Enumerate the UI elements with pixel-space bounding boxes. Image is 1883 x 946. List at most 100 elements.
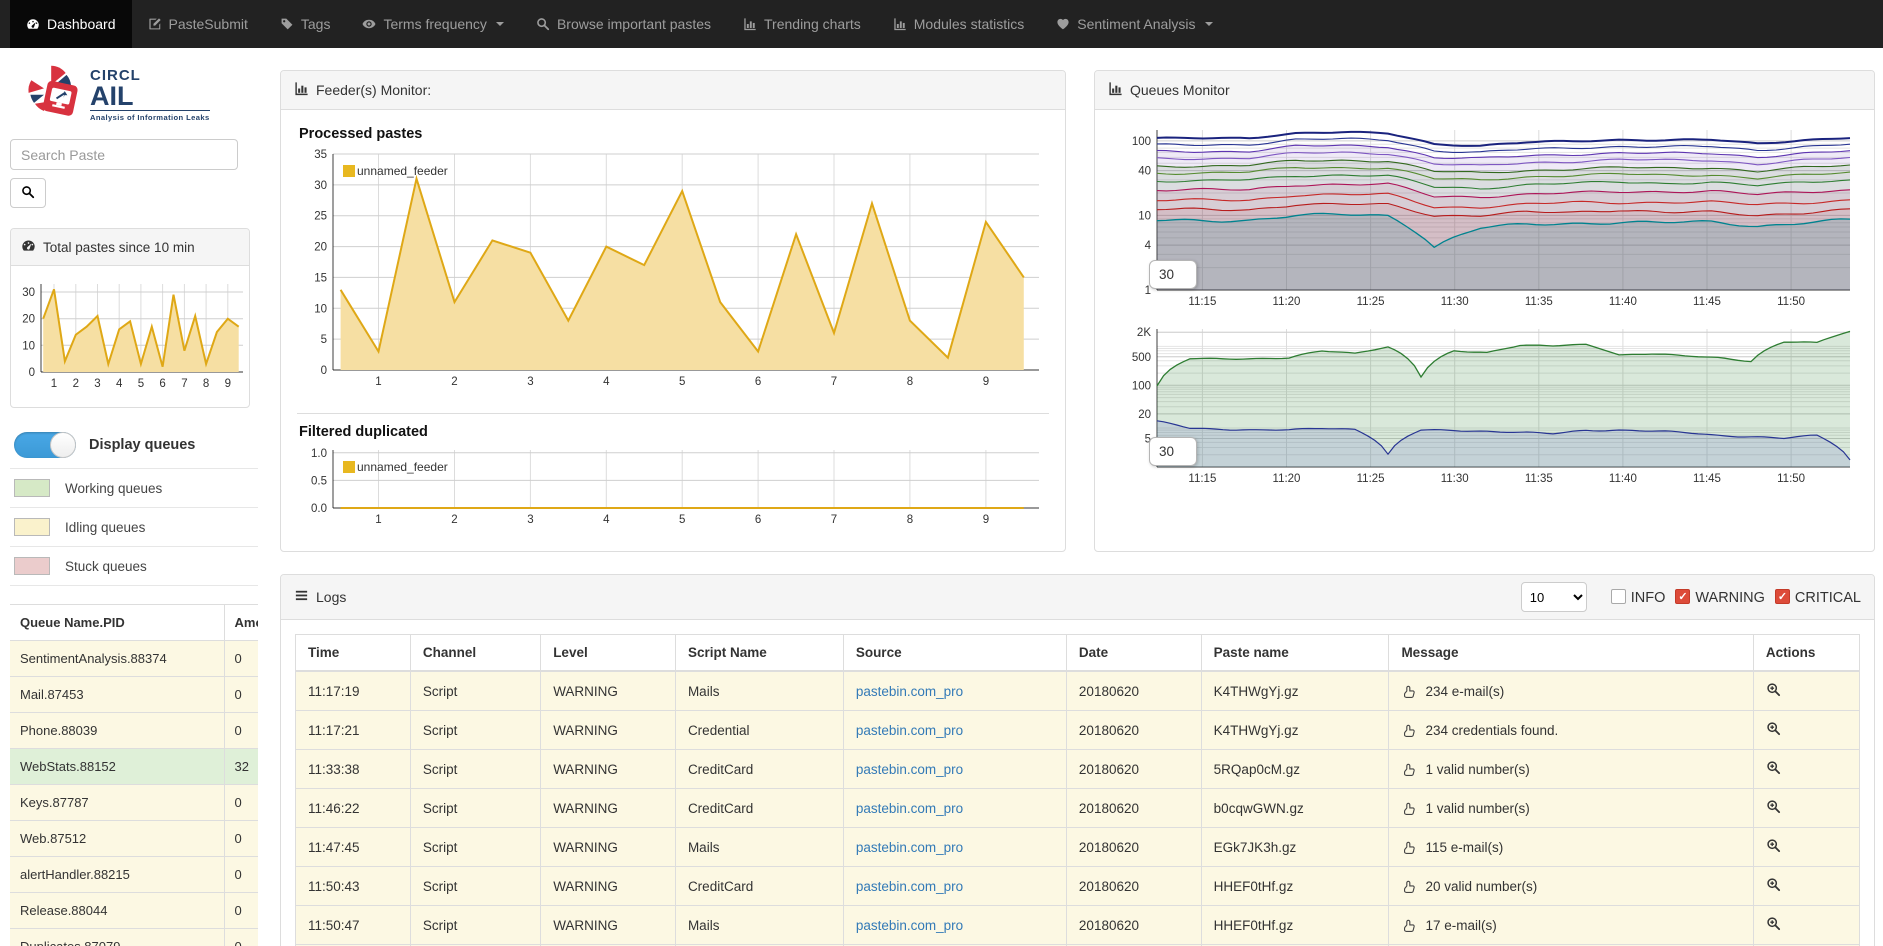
nav-item-tags[interactable]: Tags: [264, 0, 347, 48]
legend-swatch: [14, 557, 50, 575]
log-paste-name: K4THWgYj.gz: [1201, 671, 1389, 711]
log-row: 11:17:21ScriptWARNINGCredentialpastebin.…: [296, 711, 1860, 750]
display-queues-label: Display queues: [89, 437, 195, 453]
filtered-duplicated-title: Filtered duplicated: [299, 424, 1049, 440]
svg-text:7: 7: [831, 376, 837, 388]
show-paste-action-icon[interactable]: [1766, 685, 1781, 700]
log-level: WARNING: [541, 906, 676, 945]
show-paste-action-icon[interactable]: [1766, 763, 1781, 778]
show-paste-action-icon[interactable]: [1766, 724, 1781, 739]
queue-row: Phone.880390: [10, 713, 258, 749]
queue-amount-header: Amount: [224, 605, 258, 641]
show-paste-action-icon[interactable]: [1766, 802, 1781, 817]
legend-label: Stuck queues: [65, 559, 147, 574]
svg-text:1: 1: [375, 376, 381, 388]
queue-name: SentimentAnalysis.88374: [10, 641, 224, 677]
log-message: 234 credentials found.: [1425, 723, 1558, 738]
log-source-link[interactable]: pastebin.com_pro: [856, 840, 963, 855]
svg-text:1: 1: [51, 378, 57, 390]
log-date: 20180620: [1066, 867, 1201, 906]
svg-text:5: 5: [321, 334, 327, 346]
log-source-link[interactable]: pastebin.com_pro: [856, 918, 963, 933]
nav-item-sentiment-analysis[interactable]: Sentiment Analysis: [1040, 0, 1228, 48]
nav-item-terms-frequency[interactable]: Terms frequency: [346, 0, 519, 48]
info-checkbox[interactable]: [1611, 589, 1626, 604]
svg-text:11:45: 11:45: [1693, 473, 1721, 485]
svg-text:11:30: 11:30: [1441, 473, 1469, 485]
show-paste-action-icon[interactable]: [1766, 919, 1781, 934]
log-paste-name: b0cqwGWN.gz: [1201, 789, 1389, 828]
search-icon: [21, 185, 35, 199]
processed-pastes-title: Processed pastes: [299, 126, 1049, 142]
legend-swatch: [14, 479, 50, 497]
nav-item-browse-important-pastes[interactable]: Browse important pastes: [520, 0, 727, 48]
nav-item-dashboard[interactable]: Dashboard: [10, 0, 132, 48]
svg-text:10: 10: [22, 340, 35, 352]
logs-page-size-select[interactable]: 10: [1521, 582, 1587, 612]
hand-up-icon: [1401, 879, 1416, 894]
logs-header-channel: Channel: [410, 635, 540, 672]
queue-amount: 0: [224, 857, 258, 893]
nav-item-pastesubmit[interactable]: PasteSubmit: [132, 0, 264, 48]
svg-text:11:50: 11:50: [1777, 296, 1805, 308]
search-submit-button[interactable]: [10, 178, 46, 208]
queues-bottom-window-input[interactable]: 30: [1149, 437, 1197, 466]
sidebar: CIRCL AIL Analysis of Information Leaks …: [0, 48, 258, 946]
queue-amount: 0: [224, 677, 258, 713]
queue-row: Mail.874530: [10, 677, 258, 713]
nav-item-modules-statistics[interactable]: Modules statistics: [877, 0, 1040, 48]
queues-monitor-title: Queues Monitor: [1130, 82, 1230, 98]
log-source-link[interactable]: pastebin.com_pro: [856, 684, 963, 699]
svg-text:8: 8: [907, 514, 913, 526]
log-date: 20180620: [1066, 711, 1201, 750]
svg-text:8: 8: [203, 378, 209, 390]
log-level: WARNING: [541, 750, 676, 789]
svg-text:11:30: 11:30: [1441, 296, 1469, 308]
eye-icon: [362, 17, 376, 31]
queue-row: WebStats.8815232: [10, 749, 258, 785]
critical-checkbox[interactable]: [1775, 589, 1790, 604]
tachometer-icon: [21, 238, 36, 253]
log-source-link[interactable]: pastebin.com_pro: [856, 879, 963, 894]
caret-down-icon: [496, 22, 504, 26]
hand-up-icon: [1401, 801, 1416, 816]
queue-amount: 0: [224, 785, 258, 821]
queue-name: Mail.87453: [10, 677, 224, 713]
log-source-link[interactable]: pastebin.com_pro: [856, 723, 963, 738]
queue-row: Release.880440: [10, 893, 258, 929]
log-script-name: Credential: [675, 711, 843, 750]
queue-name: WebStats.88152: [10, 749, 224, 785]
svg-text:6: 6: [755, 514, 761, 526]
log-source-link[interactable]: pastebin.com_pro: [856, 801, 963, 816]
svg-text:4: 4: [116, 378, 123, 390]
log-paste-name: K4THWgYj.gz: [1201, 711, 1389, 750]
nav-item-trending-charts[interactable]: Trending charts: [727, 0, 877, 48]
show-paste-action-icon[interactable]: [1766, 880, 1781, 895]
logs-header-source: Source: [843, 635, 1066, 672]
queues-size-chart: 11:1511:2011:2511:3011:3511:4011:4511:50…: [1109, 120, 1862, 321]
svg-text:8: 8: [907, 376, 913, 388]
log-row: 11:50:47ScriptWARNINGMailspastebin.com_p…: [296, 906, 1860, 945]
logs-header-script-name: Script Name: [675, 635, 843, 672]
log-row: 11:47:45ScriptWARNINGMailspastebin.com_p…: [296, 828, 1860, 867]
circl-ail-logo: CIRCL AIL Analysis of Information Leaks: [24, 64, 258, 125]
search-paste-input[interactable]: [10, 139, 238, 170]
warning-checkbox[interactable]: [1675, 589, 1690, 604]
log-source-link[interactable]: pastebin.com_pro: [856, 762, 963, 777]
log-channel: Script: [410, 867, 540, 906]
queues-top-window-input[interactable]: 30: [1149, 260, 1197, 289]
tachometer-icon: [21, 238, 36, 256]
log-paste-name: HHEF0tHf.gz: [1201, 906, 1389, 945]
display-queues-toggle[interactable]: [14, 432, 76, 458]
svg-text:3: 3: [94, 378, 100, 390]
svg-text:10: 10: [314, 303, 327, 315]
logs-controls: 10 INFOWARNINGCRITICAL: [1521, 582, 1861, 612]
show-paste-action-icon[interactable]: [1766, 841, 1781, 856]
nav-item-label: Modules statistics: [914, 16, 1024, 32]
filtered-duplicated-chart: 1234567890.00.51.0unnamed_feeder: [297, 442, 1049, 539]
nav-item-label: Dashboard: [47, 16, 116, 32]
svg-text:4: 4: [1145, 240, 1152, 252]
log-date: 20180620: [1066, 906, 1201, 945]
feeder-divider: [297, 413, 1049, 414]
log-script-name: CreditCard: [675, 867, 843, 906]
